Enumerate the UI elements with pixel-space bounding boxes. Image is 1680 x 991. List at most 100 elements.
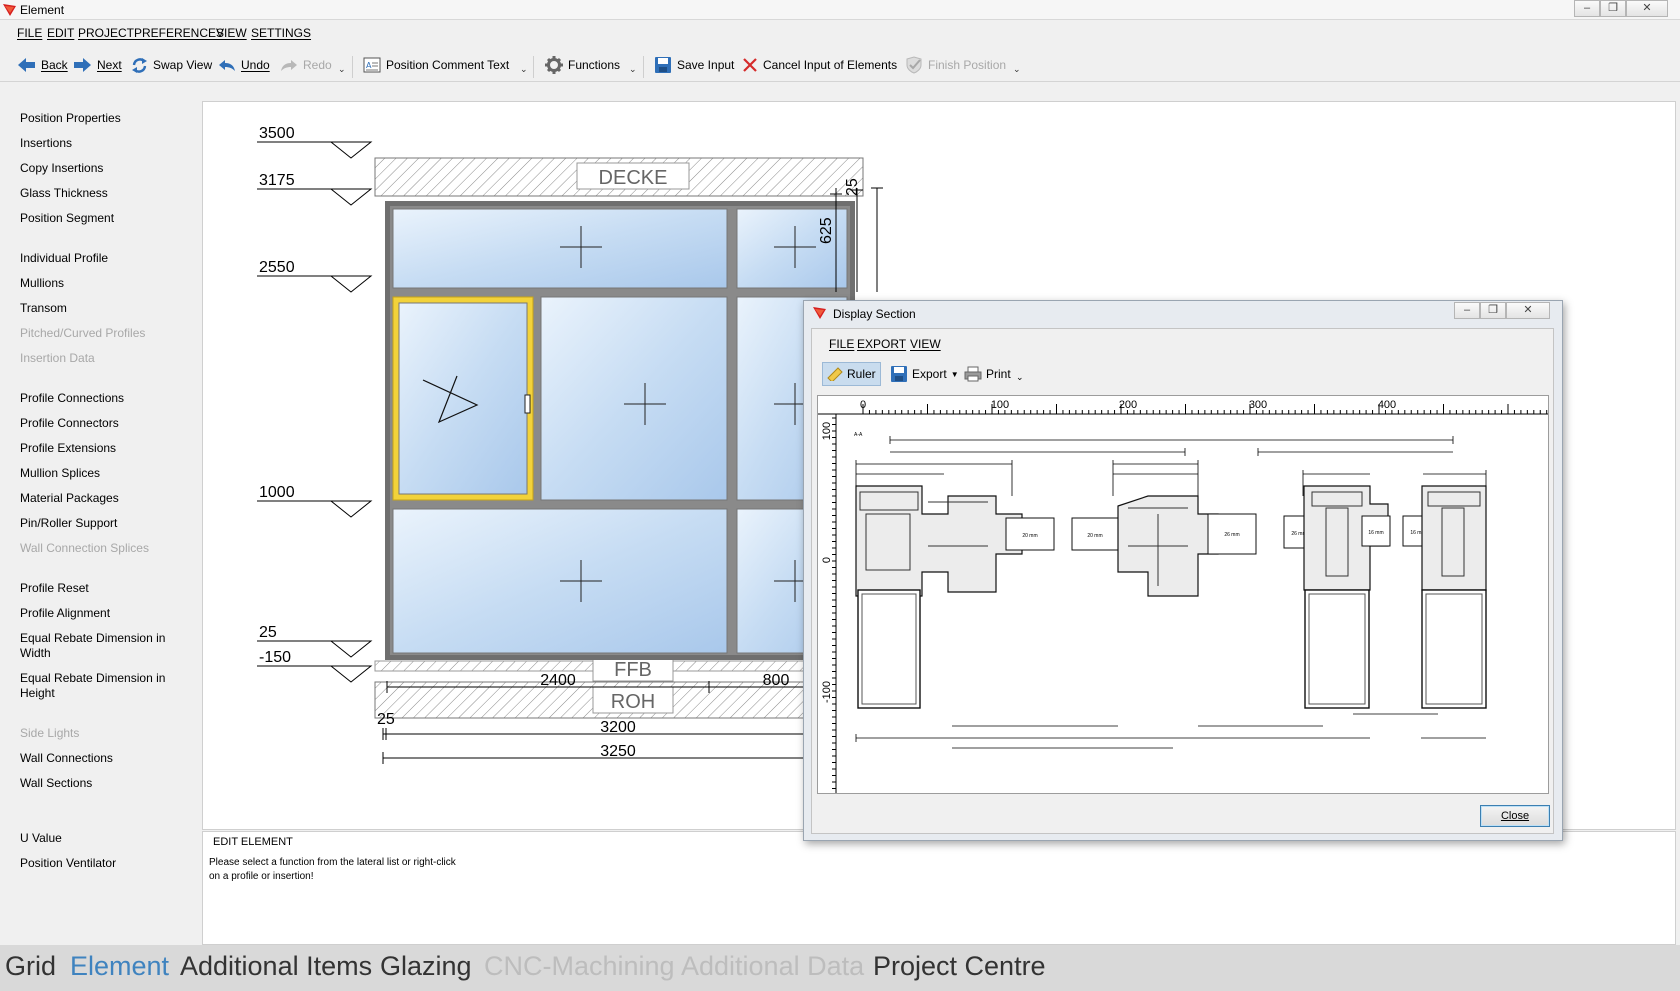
dialog-title: Display Section <box>833 307 916 321</box>
profile-section-right-a: 26 mm 16 mm <box>1283 485 1391 709</box>
sidebar-item-copy-insertions[interactable]: Copy Insertions <box>20 161 190 176</box>
dimension-label: 25 <box>377 711 395 728</box>
next-button[interactable]: Next <box>74 54 122 76</box>
section-drawing[interactable]: 0 100 200 300 400 100 0 -100 A-A 20 mm 2… <box>818 396 1548 793</box>
app-logo-icon <box>3 4 16 16</box>
dimension-label: 25 <box>844 178 861 196</box>
sidebar-item-profile-connections[interactable]: Profile Connections <box>20 391 190 406</box>
menu-project[interactable]: PROJECT <box>78 26 134 40</box>
sidebar-item-position-properties[interactable]: Position Properties <box>20 111 190 126</box>
tab-cnc-machining[interactable]: CNC-Machining <box>484 951 675 982</box>
sidebar-item-mullions[interactable]: Mullions <box>20 276 190 291</box>
tab-glazing[interactable]: Glazing <box>380 951 472 982</box>
toolbar-overflow-icon[interactable]: ⌄ <box>1016 372 1024 383</box>
sidebar-item-individual-profile[interactable]: Individual Profile <box>20 251 190 266</box>
dialog-restore-button[interactable]: ❐ <box>1480 302 1506 319</box>
panel-message: Please select a function from the latera… <box>209 857 456 882</box>
window-element[interactable] <box>385 201 855 660</box>
swap-view-button[interactable]: Swap View <box>131 54 212 76</box>
undo-button[interactable]: Undo <box>218 54 270 76</box>
save-icon <box>891 366 907 382</box>
sidebar-item-wall-connection-splices[interactable]: Wall Connection Splices <box>20 541 190 556</box>
tab-grid[interactable]: Grid <box>5 951 56 982</box>
window-title: Element <box>20 3 65 17</box>
next-label: Next <box>97 58 122 72</box>
sidebar-item-equal-rebate-width[interactable]: Equal Rebate Dimension in Width <box>20 631 190 661</box>
close-window-button[interactable]: ✕ <box>1626 0 1668 17</box>
tab-project-centre[interactable]: Project Centre <box>873 951 1046 982</box>
save-input-button[interactable]: Save Input <box>654 54 734 76</box>
menu-edit[interactable]: EDIT <box>47 26 74 40</box>
toolbar-overflow-icon[interactable]: ⌄ <box>1013 64 1021 75</box>
dialog-minimize-button[interactable]: – <box>1454 302 1480 319</box>
sidebar-item-transom[interactable]: Transom <box>20 301 190 316</box>
restore-icon: ❐ <box>1488 304 1498 316</box>
sidebar-item-profile-extensions[interactable]: Profile Extensions <box>20 441 190 456</box>
ruler-label: Ruler <box>847 367 876 381</box>
display-section-dialog: Display Section – ❐ ✕ FILE EXPORT VIEW R… <box>803 300 1563 841</box>
undo-label: Undo <box>241 58 270 72</box>
dialog-menu-export[interactable]: EXPORT <box>857 337 906 351</box>
sidebar-item-profile-connectors[interactable]: Profile Connectors <box>20 416 190 431</box>
floor-finish-label: FFB <box>614 659 652 681</box>
toolbar-separator <box>643 56 644 78</box>
tab-additional-data[interactable]: Additional Data <box>681 951 864 982</box>
sidebar-item-wall-sections[interactable]: Wall Sections <box>20 776 190 791</box>
dialog-menu-file[interactable]: FILE <box>829 337 854 351</box>
sidebar-item-profile-alignment[interactable]: Profile Alignment <box>20 606 190 621</box>
section-view[interactable]: 0 100 200 300 400 100 0 -100 A-A 20 mm 2… <box>817 395 1549 794</box>
position-comment-text-label: Position Comment Text <box>386 58 510 72</box>
sidebar-item-material-packages[interactable]: Material Packages <box>20 491 190 506</box>
position-comment-text-button[interactable]: A Position Comment Text <box>363 54 509 76</box>
print-button[interactable]: Print <box>964 362 1011 386</box>
sidebar-item-mullion-splices[interactable]: Mullion Splices <box>20 466 190 481</box>
sidebar-item-glass-thickness[interactable]: Glass Thickness <box>20 186 190 201</box>
dialog-menu-view[interactable]: VIEW <box>910 337 941 351</box>
back-label: Back <box>41 58 68 72</box>
profile-section-right-b: 16 mm <box>1402 485 1487 709</box>
tab-element[interactable]: Element <box>70 951 169 982</box>
level-label: 1000 <box>259 484 295 501</box>
export-button[interactable]: Export ▼ <box>890 362 959 386</box>
application-window: Element – ❐ ✕ FILE EDIT PROJECT PREFEREN… <box>0 0 1680 991</box>
cancel-input-button[interactable]: Cancel Input of Elements <box>742 54 897 76</box>
glass-pane[interactable] <box>540 296 728 501</box>
menu-preferences[interactable]: PREFERENCES <box>134 26 224 40</box>
finish-position-button[interactable]: Finish Position <box>905 54 1006 76</box>
ruler-top: 0 100 200 300 400 <box>818 399 1548 415</box>
close-dialog-button[interactable]: Close <box>1480 805 1550 827</box>
minimize-button[interactable]: – <box>1574 0 1600 17</box>
toolbar-overflow-icon[interactable]: ⌄ <box>629 64 637 75</box>
toolbar-overflow-icon[interactable]: ⌄ <box>520 64 528 75</box>
sidebar-item-side-lights[interactable]: Side Lights <box>20 726 190 741</box>
sidebar-item-pin-roller-support[interactable]: Pin/Roller Support <box>20 516 190 531</box>
menu-file[interactable]: FILE <box>17 26 42 40</box>
tab-additional-items[interactable]: Additional Items <box>180 951 372 982</box>
dialog-title-bar[interactable]: Display Section – ❐ ✕ <box>804 301 1562 325</box>
save-input-label: Save Input <box>677 58 735 72</box>
sidebar-item-insertion-data[interactable]: Insertion Data <box>20 351 190 366</box>
menu-settings[interactable]: SETTINGS <box>251 26 311 40</box>
arrow-right-icon <box>74 58 91 72</box>
toolbar-overflow-icon[interactable]: ⌄ <box>338 64 346 75</box>
ruler-label: 0 <box>821 557 833 563</box>
sidebar-item-wall-connections[interactable]: Wall Connections <box>20 751 190 766</box>
redo-button[interactable]: Redo <box>280 54 332 76</box>
sidebar-item-pitched-curved-profiles[interactable]: Pitched/Curved Profiles <box>20 326 190 341</box>
sidebar-item-position-segment[interactable]: Position Segment <box>20 211 190 226</box>
ruler-label: 100 <box>821 422 833 440</box>
sidebar-item-u-value[interactable]: U Value <box>20 831 190 846</box>
sidebar-item-position-ventilator[interactable]: Position Ventilator <box>20 856 190 871</box>
gear-icon <box>545 56 563 74</box>
back-button[interactable]: Back <box>18 54 68 76</box>
sidebar-item-equal-rebate-height[interactable]: Equal Rebate Dimension in Height <box>20 671 190 701</box>
dialog-close-window-button[interactable]: ✕ <box>1506 302 1550 319</box>
ruler-toggle-button[interactable]: Ruler <box>822 362 881 386</box>
menu-view[interactable]: VIEW <box>216 26 247 40</box>
restore-button[interactable]: ❐ <box>1600 0 1626 17</box>
functions-button[interactable]: Functions <box>545 54 620 76</box>
sidebar-item-profile-reset[interactable]: Profile Reset <box>20 581 190 596</box>
sidebar-item-insertions[interactable]: Insertions <box>20 136 190 151</box>
glass-pane[interactable] <box>392 208 728 289</box>
checkmark-shield-icon <box>906 56 922 74</box>
